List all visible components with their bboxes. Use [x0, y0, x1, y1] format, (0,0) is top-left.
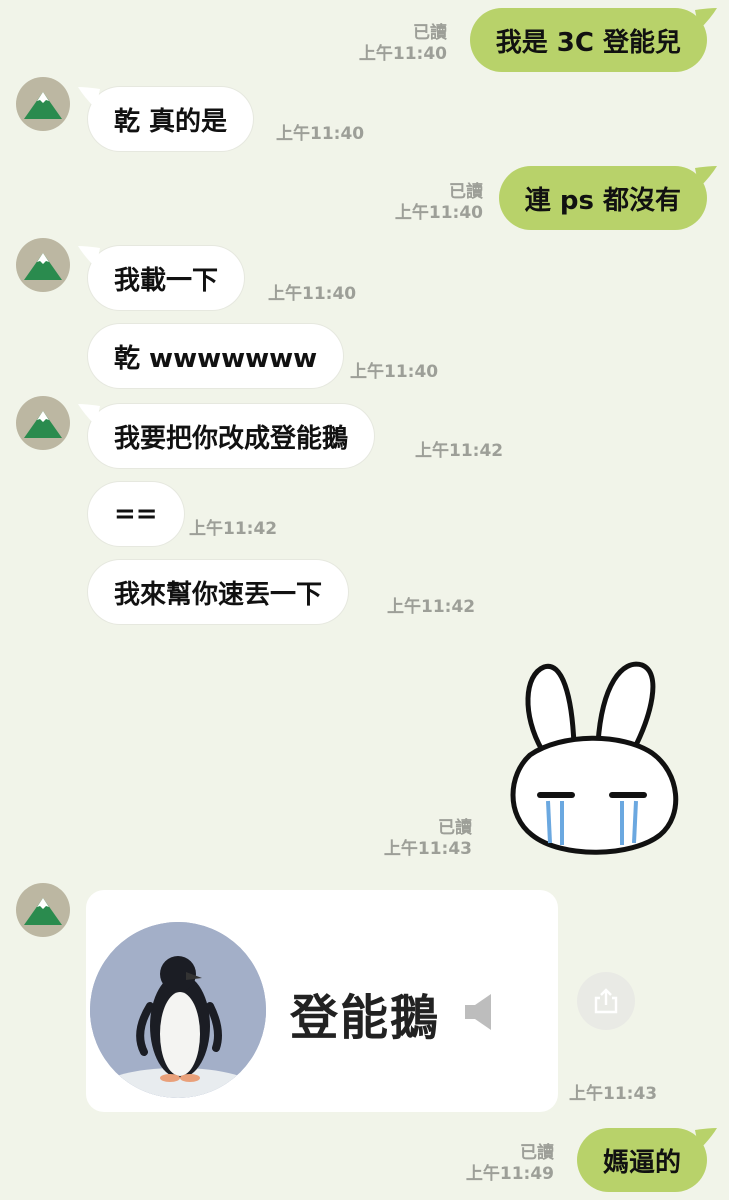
contact-avatar[interactable]	[16, 238, 70, 292]
message-meta: 已讀 上午11:49	[466, 1143, 554, 1185]
outgoing-message-bubble[interactable]: 媽逼的	[576, 1128, 717, 1192]
message-time: 上午11:40	[268, 284, 357, 304]
incoming-message-bubble[interactable]: ==	[88, 482, 184, 546]
incoming-message-bubble[interactable]: 我要把你改成登能鵝	[78, 404, 375, 468]
message-text: 我是 3C 登能兒	[495, 27, 681, 58]
read-receipt: 已讀	[520, 1143, 554, 1163]
bubble-tail-icon	[78, 404, 100, 426]
message-time: 上午11:49	[465, 1164, 554, 1184]
share-button[interactable]	[577, 972, 635, 1030]
message-meta: 已讀 上午11:40	[359, 23, 447, 65]
message-text: 我來幫你速丟一下	[114, 579, 323, 610]
mountain-avatar-icon	[24, 898, 62, 925]
message-time: 上午11:42	[387, 597, 476, 617]
message-text: 我載一下	[114, 265, 219, 296]
read-receipt: 已讀	[413, 23, 447, 43]
message-meta: 已讀 上午11:40	[395, 182, 483, 224]
message-time: 上午11:42	[189, 519, 278, 539]
incoming-message-bubble[interactable]: 我載一下	[78, 246, 245, 310]
media-label: 登能鵝	[290, 990, 441, 1046]
message-text: 乾 wwwwwww	[114, 343, 318, 374]
message-time: 上午11:40	[276, 124, 365, 144]
message-text: 媽逼的	[602, 1147, 681, 1178]
mountain-avatar-icon	[24, 92, 62, 119]
mountain-avatar-icon	[24, 411, 62, 438]
message-time: 上午11:40	[394, 203, 483, 223]
penguin-icon	[90, 922, 266, 1098]
read-receipt: 已讀	[449, 182, 483, 202]
bubble-tail-icon	[78, 87, 100, 109]
bubble-tail-icon	[695, 1128, 717, 1150]
bubble-tail-icon	[78, 246, 100, 268]
message-time: 上午11:43	[569, 1084, 658, 1104]
read-receipt: 已讀	[438, 818, 472, 838]
outgoing-message-bubble[interactable]: 連 ps 都沒有	[498, 166, 717, 230]
contact-avatar[interactable]	[16, 883, 70, 937]
message-time: 上午11:40	[358, 44, 447, 64]
mountain-avatar-icon	[24, 253, 62, 280]
incoming-message-bubble[interactable]: 乾 真的是	[78, 87, 254, 151]
incoming-message-bubble[interactable]: 乾 wwwwwww	[88, 324, 344, 388]
contact-avatar[interactable]	[16, 396, 70, 450]
share-icon	[594, 988, 618, 1014]
contact-avatar[interactable]	[16, 77, 70, 131]
voice-media-card[interactable]: 登能鵝	[86, 890, 558, 1112]
message-time: 上午11:43	[383, 839, 472, 859]
message-time: 上午11:40	[350, 362, 439, 382]
crying-bunny-sticker[interactable]	[502, 655, 682, 855]
message-text: 乾 真的是	[114, 106, 228, 137]
bubble-tail-icon	[695, 8, 717, 30]
message-text: 連 ps 都沒有	[524, 185, 681, 216]
bubble-tail-icon	[695, 166, 717, 188]
penguin-thumbnail	[90, 922, 266, 1098]
message-text: ==	[114, 499, 158, 529]
message-time: 上午11:42	[415, 441, 504, 461]
outgoing-message-bubble[interactable]: 我是 3C 登能兒	[469, 8, 717, 72]
message-text: 我要把你改成登能鵝	[114, 423, 349, 454]
speaker-icon[interactable]	[461, 990, 505, 1034]
message-meta: 已讀 上午11:43	[384, 818, 472, 860]
incoming-message-bubble[interactable]: 我來幫你速丟一下	[88, 560, 349, 624]
